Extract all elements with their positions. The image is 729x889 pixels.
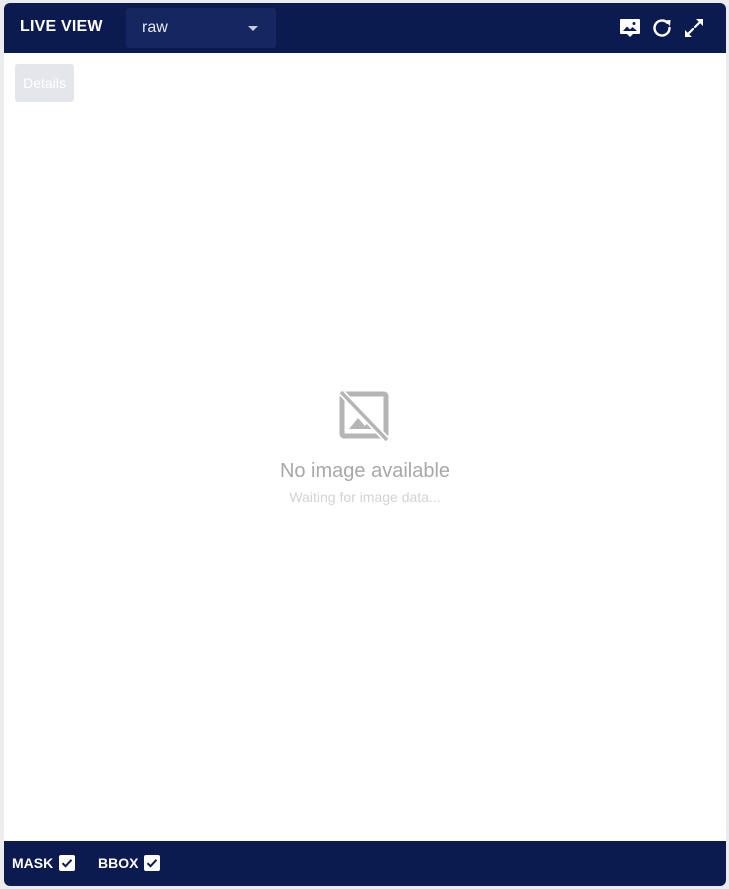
fullscreen-icon <box>684 18 704 38</box>
refresh-icon <box>653 19 671 37</box>
image-comment-button[interactable] <box>618 16 642 40</box>
view-mode-value: raw <box>142 19 168 36</box>
live-view-panel: LIVE VIEW raw Details No image available… <box>4 3 726 886</box>
image-not-supported-icon <box>338 389 390 443</box>
view-mode-select[interactable]: raw <box>126 8 276 48</box>
empty-state: No image available Waiting for image dat… <box>4 388 726 505</box>
checkbox-checked-icon[interactable] <box>144 855 161 871</box>
bbox-toggle[interactable]: BBOX <box>98 854 161 872</box>
empty-state-subtitle: Waiting for image data... <box>289 489 441 505</box>
checkbox-checked-icon[interactable] <box>59 855 76 871</box>
mask-toggle[interactable]: MASK <box>12 854 76 872</box>
refresh-button[interactable] <box>650 16 674 40</box>
panel-header: LIVE VIEW raw <box>4 3 726 53</box>
details-button[interactable]: Details <box>15 64 74 102</box>
fullscreen-button[interactable] <box>682 16 706 40</box>
empty-state-title: No image available <box>279 460 451 482</box>
image-comment-icon <box>620 19 640 37</box>
mask-toggle-label: MASK <box>12 855 54 871</box>
panel-title: LIVE VIEW <box>20 18 103 35</box>
chevron-down-icon <box>248 26 258 31</box>
overlay-toolbar: MASK BBOX <box>4 841 726 886</box>
bbox-toggle-label: BBOX <box>98 855 139 871</box>
